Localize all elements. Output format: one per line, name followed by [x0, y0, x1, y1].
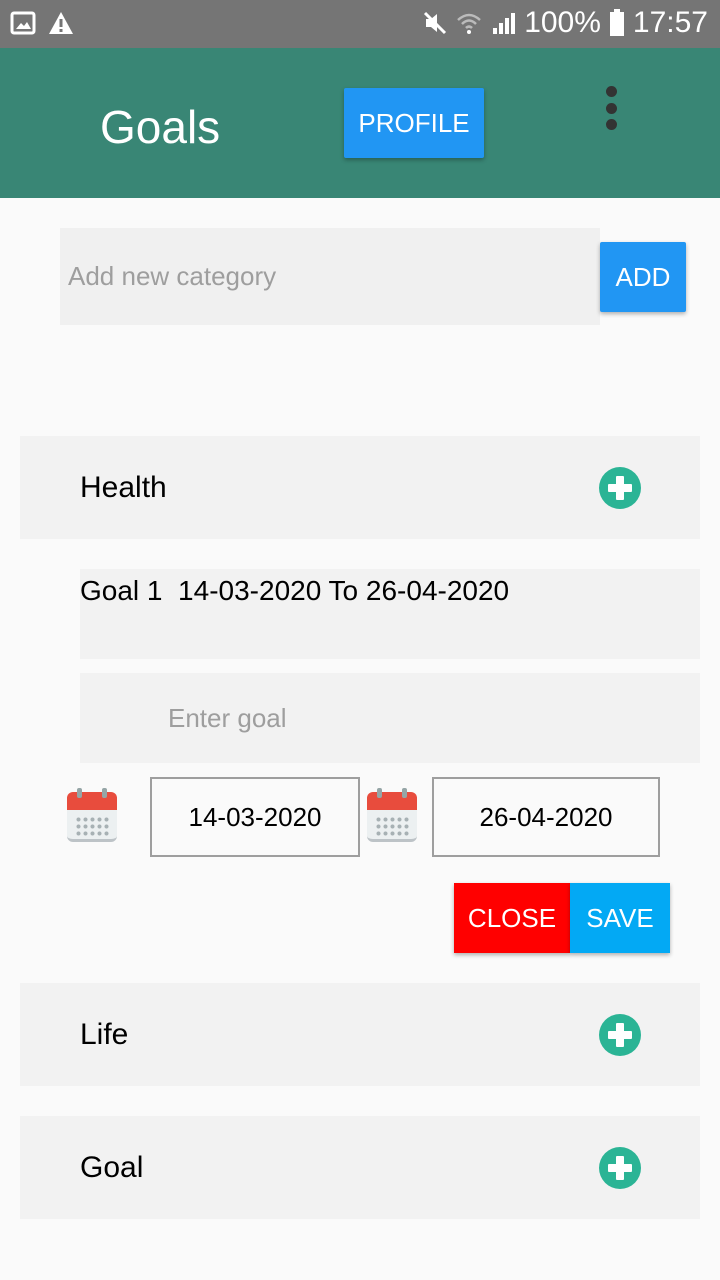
add-goal-icon[interactable]: [599, 1147, 641, 1189]
end-calendar-icon[interactable]: [367, 788, 417, 844]
mute-icon: [424, 11, 447, 35]
image-icon: [10, 11, 36, 35]
battery-percent: 100%: [524, 6, 601, 39]
add-goal-icon[interactable]: [599, 1014, 641, 1056]
profile-button[interactable]: PROFILE: [344, 88, 484, 158]
overflow-menu-icon[interactable]: [596, 86, 626, 130]
category-label: Life: [80, 1018, 129, 1051]
category-row-health[interactable]: Health: [20, 436, 700, 539]
end-date-field[interactable]: 26-04-2020: [432, 777, 660, 857]
category-row-goal[interactable]: Goal: [20, 1116, 700, 1219]
battery-icon: [609, 9, 624, 36]
category-label: Goal: [80, 1151, 144, 1184]
status-bar: 100% 17:57: [0, 0, 720, 48]
add-category-button[interactable]: ADD: [600, 242, 686, 312]
app-bar: Goals PROFILE: [0, 48, 720, 198]
start-date-field[interactable]: 14-03-2020: [150, 777, 360, 857]
clock: 17:57: [632, 6, 708, 39]
goal-input[interactable]: [80, 673, 700, 763]
close-button[interactable]: CLOSE: [454, 883, 570, 953]
warning-icon: [49, 12, 73, 34]
add-goal-icon[interactable]: [599, 467, 641, 509]
new-category-input[interactable]: [60, 228, 600, 325]
goal-item[interactable]: Goal 1 14-03-2020 To 26-04-2020: [80, 569, 700, 659]
signal-icon: [493, 13, 516, 34]
start-calendar-icon[interactable]: [67, 788, 117, 844]
category-row-life[interactable]: Life: [20, 983, 700, 1086]
category-label: Health: [80, 471, 167, 504]
page-title: Goals: [100, 101, 221, 153]
wifi-icon: [457, 13, 482, 34]
save-button[interactable]: SAVE: [570, 883, 670, 953]
